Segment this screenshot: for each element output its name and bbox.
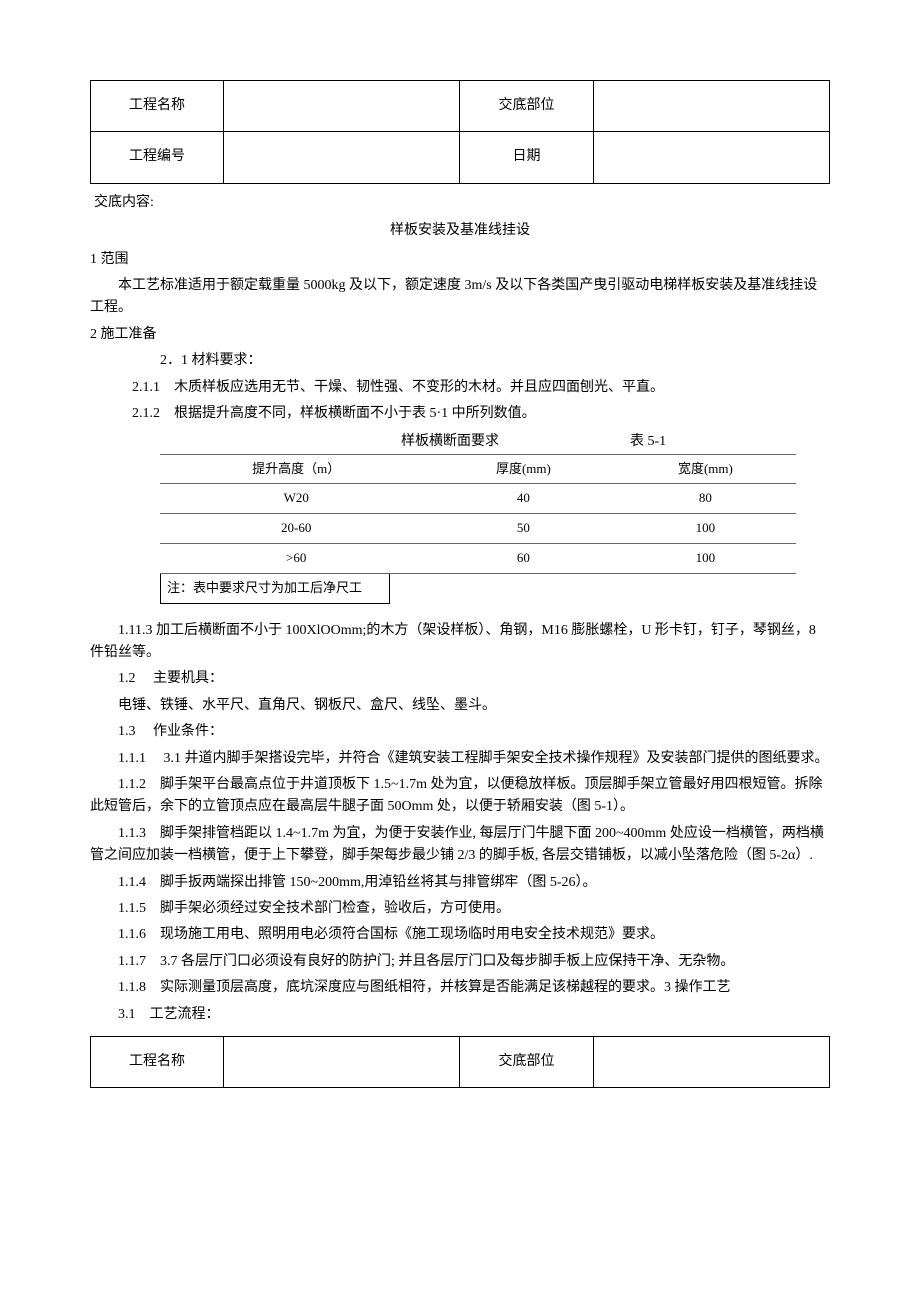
project-no-value — [224, 132, 460, 183]
footer-table: 工程名称 交底部位 — [90, 1036, 830, 1088]
para-1-2: 1.2 主要机具： — [90, 668, 830, 690]
location-label: 交底部位 — [460, 81, 593, 132]
footer-location-value — [593, 1036, 830, 1087]
spec-th-2: 厚度(mm) — [432, 454, 614, 484]
project-name-label: 工程名称 — [91, 81, 224, 132]
section-1-p1: 本工艺标准适用于额定载重量 5000kg 及以下，额定速度 3m/s 及以下各类… — [90, 275, 830, 320]
item-2-1-1: 2.1.1 木质样板应选用无节、干燥、韧性强、不变形的木材。并且应四面刨光、平直… — [90, 377, 830, 399]
table-row: W20 40 80 — [160, 484, 796, 514]
para-1-1-7: 1.1.7 3.7 各层厅门口必须设有良好的防护门; 并且各层厅门口及每步脚手板… — [90, 951, 830, 973]
para-1-1-3: 1.1.3 脚手架排管档距以 1.4~1.7m 为宜，为便于安装作业, 每层厅门… — [90, 823, 830, 868]
location-value — [593, 81, 830, 132]
item-2-1-2: 2.1.2 根据提升高度不同，样板横断面不小于表 5·1 中所列数值。 — [90, 403, 830, 425]
para-1-1-5: 1.1.5 脚手架必须经过安全技术部门检查，验收后，方可使用。 — [90, 898, 830, 920]
item-2-1: 2．1 材料要求： — [90, 350, 830, 372]
spec-table-number: 表 5-1 — [630, 431, 830, 453]
table-row: >60 60 100 — [160, 544, 796, 574]
cell: 40 — [432, 484, 614, 514]
table-row: 20-60 50 100 — [160, 514, 796, 544]
para-1-1-6: 1.1.6 现场施工用电、照明用电必须符合国标《施工现场临时用电安全技术规范》要… — [90, 924, 830, 946]
para-1-1-1: 1.1.1 3.1 井道内脚手架搭设完毕，并符合《建筑安装工程脚手架安全技术操作… — [90, 748, 830, 770]
section-2-heading: 2 施工准备 — [90, 324, 830, 346]
header-table: 工程名称 交底部位 工程编号 日期 — [90, 80, 830, 184]
spec-table-note: 注：表中要求尺寸为加工后净尺工 — [160, 574, 390, 604]
cell: 20-60 — [160, 514, 432, 544]
spec-table-titles: 样板横断面要求 表 5-1 — [90, 431, 830, 453]
footer-project-name-value — [224, 1036, 460, 1087]
cell: 100 — [614, 544, 796, 574]
cell: 100 — [614, 514, 796, 544]
project-no-label: 工程编号 — [91, 132, 224, 183]
cell: 60 — [432, 544, 614, 574]
cell: W20 — [160, 484, 432, 514]
spec-table-title: 样板横断面要求 — [90, 431, 630, 453]
project-name-value — [224, 81, 460, 132]
spec-table: 提升高度（m） 厚度(mm) 宽度(mm) W20 40 80 20-60 50… — [160, 454, 796, 574]
content-label: 交底内容: — [90, 192, 830, 214]
section-1-heading: 1 范围 — [90, 249, 830, 271]
cell: >60 — [160, 544, 432, 574]
spec-th-3: 宽度(mm) — [614, 454, 796, 484]
document-title: 样板安装及基准线挂设 — [90, 220, 830, 242]
para-1-1-4: 1.1.4 脚手扳两端探出排管 150~200mm,用淖铅丝将其与排管绑牢（图 … — [90, 872, 830, 894]
cell: 80 — [614, 484, 796, 514]
para-1-3: 1.3 作业条件： — [90, 721, 830, 743]
para-1-2-body: 电锤、铁锤、水平尺、直角尺、钢板尺、盒尺、线坠、墨斗。 — [90, 695, 830, 717]
cell: 50 — [432, 514, 614, 544]
footer-location-label: 交底部位 — [460, 1036, 593, 1087]
spec-th-1: 提升高度（m） — [160, 454, 432, 484]
date-value — [593, 132, 830, 183]
para-3-1: 3.1 工艺流程： — [90, 1004, 830, 1026]
para-1-11-3: 1.11.3 加工后横断面不小于 100XlOOmm;的木方（架设样板）、角钢，… — [90, 620, 830, 665]
para-1-1-2: 1.1.2 脚手架平台最高点位于井道顶板下 1.5~1.7m 处为宜，以便稳放样… — [90, 774, 830, 819]
date-label: 日期 — [460, 132, 593, 183]
footer-project-name-label: 工程名称 — [91, 1036, 224, 1087]
para-1-1-8: 1.1.8 实际测量顶层高度，底坑深度应与图纸相符，并核算是否能满足该梯越程的要… — [90, 977, 830, 999]
